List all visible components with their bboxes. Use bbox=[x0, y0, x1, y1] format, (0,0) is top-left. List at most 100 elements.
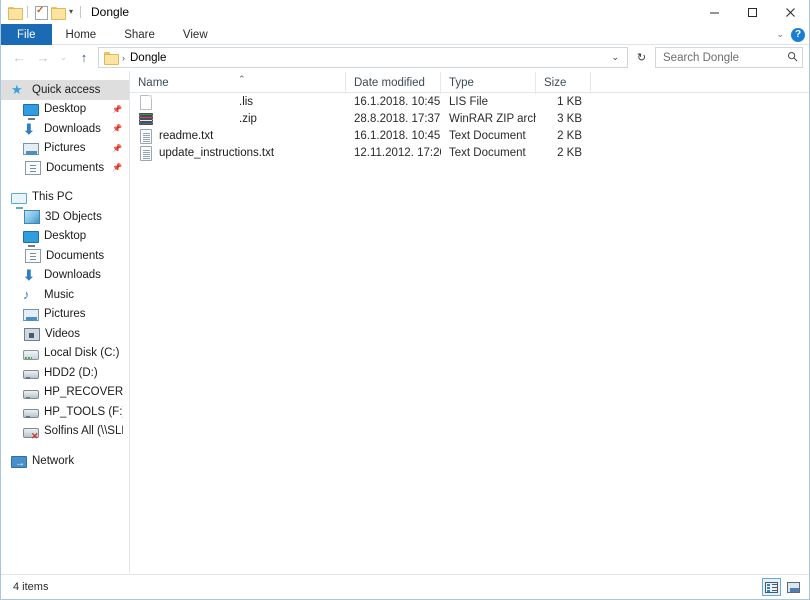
sidebar-item-hp-recovery-e[interactable]: HP_RECOVERY (E:) bbox=[1, 383, 129, 403]
sidebar-item-label: Downloads bbox=[44, 269, 101, 281]
column-header-date-modified[interactable]: Date modified bbox=[346, 72, 441, 94]
sidebar-item-solfins-all-slfvir[interactable]: Solfins All (\\SLFVIR bbox=[1, 422, 129, 442]
column-header-name[interactable]: Name ⌃ bbox=[130, 72, 346, 94]
pin-icon[interactable]: 📌 bbox=[112, 143, 121, 154]
details-view-icon bbox=[765, 582, 778, 593]
status-bar: 4 items bbox=[1, 574, 809, 599]
sidebar-item-videos[interactable]: Videos bbox=[1, 324, 129, 344]
sidebar-item-label: Videos bbox=[45, 328, 80, 340]
nav-group-gap bbox=[1, 178, 129, 188]
sidebar-item-local-disk-c[interactable]: Local Disk (C:) bbox=[1, 344, 129, 364]
pictures-icon bbox=[23, 143, 39, 155]
sidebar-item-label: 3D Objects bbox=[45, 211, 102, 223]
sidebar-item-network[interactable]: Network bbox=[1, 451, 129, 471]
maximize-button[interactable] bbox=[733, 0, 771, 24]
cell-type: WinRAR ZIP archive bbox=[441, 113, 536, 125]
item-count: 4 items bbox=[13, 581, 48, 593]
cell-name: readme.txt bbox=[130, 128, 346, 144]
sidebar-item-pictures[interactable]: Pictures📌 bbox=[1, 139, 129, 159]
sidebar-item-label: HP_RECOVERY (E:) bbox=[44, 386, 123, 398]
sidebar-item-documents[interactable]: Documents bbox=[1, 246, 129, 266]
tab-file[interactable]: File bbox=[1, 24, 52, 45]
column-label: Name bbox=[138, 77, 169, 89]
sidebar-item-label: Solfins All (\\SLFVIR bbox=[44, 425, 123, 437]
recent-locations-icon[interactable]: ⌄ bbox=[57, 48, 70, 68]
close-button[interactable] bbox=[771, 0, 809, 24]
sidebar-item-documents[interactable]: Documents 📌 bbox=[1, 158, 129, 178]
quick-access-toolbar: ▾ bbox=[8, 0, 83, 24]
folder-icon[interactable] bbox=[8, 7, 21, 18]
breadcrumb[interactable]: › Dongle ⌄ bbox=[98, 47, 628, 68]
view-buttons bbox=[762, 578, 803, 596]
sidebar-item-label: Music bbox=[44, 289, 74, 301]
tab-share[interactable]: Share bbox=[110, 24, 169, 45]
file-list-pane[interactable]: Name ⌃ Date modified Type Size .lis16.1.… bbox=[130, 71, 809, 573]
cell-type: LIS File bbox=[441, 96, 536, 108]
sidebar-item-3d-objects[interactable]: 3D Objects bbox=[1, 207, 129, 227]
folder-icon bbox=[104, 52, 117, 63]
documents-icon bbox=[25, 161, 41, 175]
table-row[interactable]: .lis16.1.2018. 10:45LIS File1 KB bbox=[130, 93, 809, 110]
table-row[interactable]: readme.txt16.1.2018. 10:45Text Document2… bbox=[130, 127, 809, 144]
tab-home[interactable]: Home bbox=[52, 24, 111, 45]
properties-icon[interactable] bbox=[34, 6, 47, 18]
window-title: Dongle bbox=[91, 5, 129, 19]
up-button[interactable]: ↑ bbox=[74, 48, 94, 68]
tab-view[interactable]: View bbox=[169, 24, 222, 45]
sidebar-item-quick-access[interactable]: ★Quick access bbox=[1, 80, 129, 100]
sidebar-item-music[interactable]: ♪ Music bbox=[1, 285, 129, 305]
sidebar-item-hdd2-d[interactable]: HDD2 (D:) bbox=[1, 363, 129, 383]
sidebar-item-pictures[interactable]: Pictures bbox=[1, 305, 129, 325]
file-name: .lis bbox=[159, 96, 346, 108]
help-icon[interactable]: ? bbox=[791, 28, 805, 42]
sidebar-item-label: HP_TOOLS (F:) bbox=[44, 406, 123, 418]
sidebar-item-label: Pictures bbox=[44, 308, 86, 320]
drive-icon bbox=[23, 409, 39, 418]
ribbon-right-controls: ⌄ ? bbox=[776, 24, 805, 45]
sidebar-item-label: Network bbox=[32, 455, 74, 467]
sidebar-item-this-pc[interactable]: This PC bbox=[1, 188, 129, 208]
column-header-size[interactable]: Size bbox=[536, 72, 591, 94]
search-icon[interactable] bbox=[787, 51, 798, 65]
navigation-pane[interactable]: ★Quick accessDesktop📌⬇Downloads📌Pictures… bbox=[1, 71, 130, 573]
chevron-down-icon[interactable]: ▾ bbox=[68, 8, 74, 16]
sidebar-item-label: Documents bbox=[46, 162, 104, 174]
sidebar-item-label: Quick access bbox=[32, 84, 100, 96]
sidebar-item-downloads[interactable]: ⬇Downloads📌 bbox=[1, 119, 129, 139]
sidebar-item-desktop[interactable]: Desktop bbox=[1, 227, 129, 247]
large-icons-view-button[interactable] bbox=[784, 578, 803, 596]
table-row[interactable]: .zip28.8.2018. 17:37WinRAR ZIP archive3 … bbox=[130, 110, 809, 127]
this-pc-icon bbox=[11, 193, 27, 204]
network-drive-disconnected-icon bbox=[23, 428, 39, 438]
back-button[interactable]: ← bbox=[9, 48, 29, 68]
pin-icon[interactable]: 📌 bbox=[112, 162, 121, 173]
column-header-type[interactable]: Type bbox=[441, 72, 536, 94]
details-view-button[interactable] bbox=[762, 578, 781, 596]
expand-ribbon-icon[interactable]: ⌄ bbox=[776, 30, 784, 39]
search-input[interactable]: Search Dongle bbox=[655, 47, 803, 68]
cell-date-modified: 28.8.2018. 17:37 bbox=[346, 113, 441, 125]
column-label: Date modified bbox=[354, 77, 425, 89]
breadcrumb-path[interactable]: Dongle bbox=[130, 52, 166, 64]
cell-size: 1 KB bbox=[536, 96, 591, 108]
sidebar-item-hp-tools-f[interactable]: HP_TOOLS (F:) bbox=[1, 402, 129, 422]
refresh-icon[interactable]: ↻ bbox=[632, 47, 651, 68]
pin-icon[interactable]: 📌 bbox=[112, 104, 121, 115]
local-disk-icon bbox=[23, 350, 39, 360]
pin-icon[interactable]: 📌 bbox=[112, 123, 121, 134]
address-bar: ← → ⌄ ↑ › Dongle ⌄ ↻ Search Dongle bbox=[1, 45, 809, 70]
file-explorer-window: ▾ Dongle File Home Share View ⌄ ? ← → bbox=[0, 0, 810, 600]
text-document-icon bbox=[139, 128, 153, 144]
new-folder-icon[interactable] bbox=[51, 7, 64, 18]
ribbon-tab-bar: File Home Share View ⌄ ? bbox=[1, 24, 809, 45]
cell-date-modified: 16.1.2018. 10:45 bbox=[346, 130, 441, 142]
table-row[interactable]: update_instructions.txt12.11.2012. 17:20… bbox=[130, 144, 809, 161]
sidebar-item-desktop[interactable]: Desktop📌 bbox=[1, 100, 129, 120]
cell-size: 3 KB bbox=[536, 113, 591, 125]
minimize-button[interactable] bbox=[695, 0, 733, 24]
sidebar-item-downloads[interactable]: ⬇Downloads bbox=[1, 266, 129, 286]
chevron-down-icon[interactable]: ⌄ bbox=[606, 52, 624, 63]
forward-button[interactable]: → bbox=[33, 48, 53, 68]
music-icon: ♪ bbox=[23, 287, 39, 303]
downloads-icon: ⬇ bbox=[23, 121, 39, 137]
